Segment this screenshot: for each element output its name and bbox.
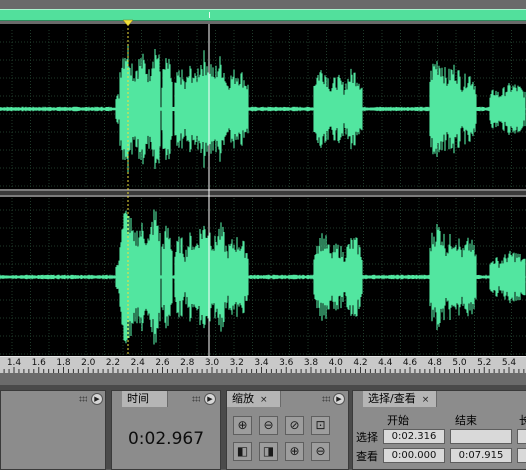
ruler-label: 2.6 [155, 358, 170, 368]
panel-grip-icon[interactable] [192, 396, 200, 402]
zoom-in-full-icon[interactable]: ⊕ [233, 416, 252, 435]
selection-start-field[interactable]: 0:02.316 [383, 429, 445, 444]
ruler-label: 5.4 [501, 358, 517, 368]
zoom-in-vertical-icon[interactable]: ⊕ [285, 442, 304, 461]
ruler-label: 4.6 [402, 358, 418, 368]
ruler-label: 2.2 [105, 358, 121, 368]
ruler-label: 3.0 [204, 358, 220, 368]
tab-selection-view[interactable]: 选择/查看 × [363, 391, 437, 407]
view-end-field[interactable]: 0:07.915 [450, 448, 512, 463]
close-icon[interactable]: × [260, 395, 268, 405]
ruler-label: 4.4 [378, 358, 393, 368]
ruler-label: 1.8 [56, 358, 71, 368]
ruler-label: 1.6 [31, 358, 46, 368]
ruler-label: 4.8 [427, 358, 442, 368]
panel-menu-icon[interactable]: ▶ [333, 393, 345, 405]
ruler-label: 4.0 [328, 358, 343, 368]
zoom-in-left-icon[interactable]: ◧ [233, 442, 252, 461]
panel-dock: ▶ 时间 ▶ 0:02.967 缩放 × ▶ ⊕ ⊖ ⊘ ⊡ ◧ ◨ ⊕ ⊖ 选择… [0, 385, 526, 470]
overview-position-tick [209, 12, 210, 18]
zoom-panel: 缩放 × ▶ ⊕ ⊖ ⊘ ⊡ ◧ ◨ ⊕ ⊖ [226, 390, 349, 470]
zoom-out-icon[interactable]: ⊘ [285, 416, 304, 435]
time-tab-label: 时间 [127, 392, 149, 405]
panel-menu-icon[interactable]: ▶ [204, 393, 216, 405]
overview-bar[interactable] [0, 0, 526, 24]
view-start-field[interactable]: 0:00.000 [383, 448, 445, 463]
zoom-tab-label: 缩放 [232, 392, 254, 405]
waveform-canvas[interactable] [0, 24, 526, 356]
ruler-label: 5.2 [477, 358, 492, 368]
col-end-label: 结束 [455, 414, 477, 427]
ruler-label: 3.8 [303, 358, 319, 368]
row-view-label: 查看 [356, 450, 378, 463]
empty-panel: ▶ [0, 390, 106, 470]
selection-view-panel: 选择/查看 × 开始 结束 长 选择 查看 0:02.316 0:00.000 0… [352, 390, 526, 470]
playhead-top-marker-icon[interactable] [123, 19, 133, 27]
panel-grip-icon[interactable] [79, 396, 87, 402]
waveform-display[interactable] [0, 24, 526, 356]
horizontal-scroll-strip[interactable] [0, 373, 526, 385]
selection-end-field[interactable] [450, 429, 512, 444]
col-length-label: 长 [519, 414, 526, 427]
time-panel: 时间 ▶ 0:02.967 [111, 390, 221, 470]
col-start-label: 开始 [387, 414, 409, 427]
ruler-label: 2.8 [180, 358, 195, 368]
selection-tab-label: 选择/查看 [368, 392, 416, 405]
ruler-label: 1.4 [6, 358, 22, 368]
zoom-selection-icon[interactable]: ⊡ [311, 416, 330, 435]
overview-track[interactable] [0, 9, 526, 21]
ruler-label: 4.2 [353, 358, 368, 368]
ruler-label: 5.0 [452, 358, 467, 368]
tab-zoom[interactable]: 缩放 × [227, 391, 281, 407]
ruler-label: 2.0 [81, 358, 96, 368]
zoom-in-right-icon[interactable]: ◨ [259, 442, 278, 461]
view-length-field[interactable] [517, 448, 526, 463]
zoom-out-full-icon[interactable]: ⊖ [259, 416, 278, 435]
ruler-label: 3.4 [254, 358, 269, 368]
row-selection-label: 选择 [356, 431, 378, 444]
tab-time[interactable]: 时间 [122, 391, 168, 407]
panel-grip-icon[interactable] [322, 396, 330, 402]
ruler-label: 3.2 [229, 358, 244, 368]
zoom-out-vertical-icon[interactable]: ⊖ [311, 442, 330, 461]
selection-length-field[interactable] [517, 429, 526, 444]
time-ruler[interactable]: 1.4 1.6 1.8 2.0 2.2 2.4 2.6 2.8 3.0 3.2 3.4 3.6 3.8 4… [0, 356, 526, 374]
time-display: 0:02.967 [127, 429, 205, 449]
ruler-label: 3.6 [279, 358, 294, 368]
close-icon[interactable]: × [422, 395, 430, 405]
panel-menu-icon[interactable]: ▶ [91, 393, 103, 405]
ruler-label: 2.4 [130, 358, 145, 368]
